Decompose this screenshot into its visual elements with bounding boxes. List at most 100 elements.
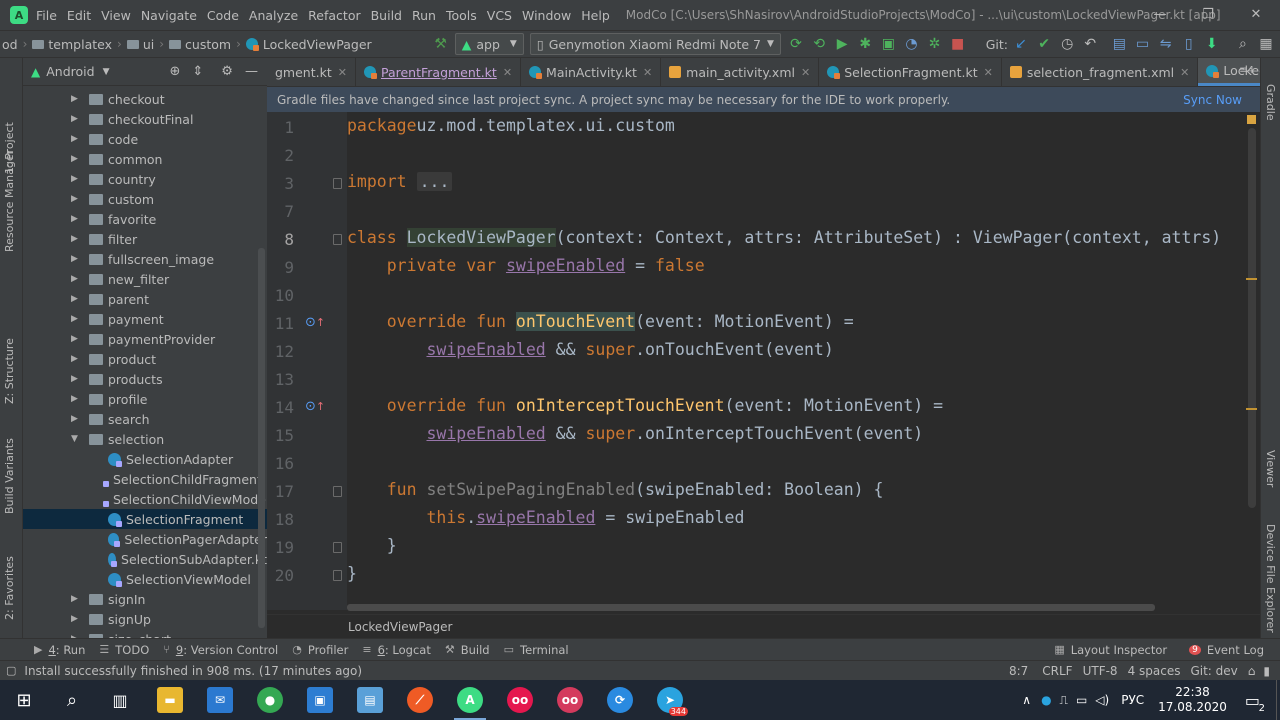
tree-item[interactable]: ▶ checkout [23, 89, 267, 109]
tree-item[interactable]: ▶size_chart [23, 629, 267, 638]
menu-window[interactable]: Window [522, 8, 571, 23]
override-icon[interactable]: ⊙↑ [305, 399, 325, 414]
line-number[interactable]: 13 [267, 370, 294, 389]
indent-setting[interactable]: 4 spaces [1128, 664, 1181, 678]
close-tab-icon[interactable]: ✕ [643, 66, 652, 79]
line-number[interactable]: 11 [267, 314, 294, 333]
attach-debugger-icon[interactable]: ✲ [926, 34, 944, 54]
chevron-right-icon[interactable]: ▶ [71, 314, 81, 324]
search-icon[interactable]: ⌕ [1234, 34, 1252, 54]
sync-gradle-icon[interactable]: ⇋ [1157, 34, 1175, 54]
coverage-icon[interactable]: ▣ [879, 34, 897, 54]
line-number[interactable]: 10 [267, 286, 294, 305]
device-manager-icon[interactable]: ▯ [1180, 34, 1198, 54]
sync-now-link[interactable]: Sync Now [1183, 93, 1242, 107]
tree-item[interactable]: ▶ signIn [23, 589, 267, 609]
horizontal-scrollbar[interactable] [347, 604, 1155, 611]
hide-panel-icon[interactable]: — [245, 64, 258, 79]
app-window-icon[interactable]: ▣ [296, 680, 344, 720]
line-number[interactable]: 17 [267, 482, 294, 501]
code-line[interactable]: } [347, 564, 357, 592]
tab-gment-kt[interactable]: gment.kt ✕ [267, 58, 356, 86]
menu-tools[interactable]: Tools [446, 8, 477, 23]
device-file-explorer-tool-button[interactable]: Device File Explorer [1264, 524, 1277, 633]
line-number[interactable]: 1 [267, 118, 294, 137]
chevron-right-icon[interactable]: ▶ [71, 274, 81, 284]
chevron-right-icon[interactable]: ▶ [71, 394, 81, 404]
build-variants-tool-button[interactable]: Build Variants [3, 438, 16, 514]
line-number[interactable]: 18 [267, 510, 294, 529]
memory-indicator-icon[interactable]: ▮ [1263, 664, 1270, 678]
git-branch[interactable]: Git: dev [1190, 664, 1237, 678]
gradle-tool-button[interactable]: Gradle [1264, 84, 1277, 121]
menu-analyze[interactable]: Analyze [249, 8, 298, 23]
close-tab-icon[interactable]: ✕ [801, 66, 810, 79]
tree-item[interactable]: SelectionChildViewModel [23, 489, 267, 509]
tree-item[interactable]: ▶ favorite [23, 209, 267, 229]
fold-marker-icon[interactable] [333, 178, 342, 189]
menu-help[interactable]: Help [581, 8, 610, 23]
chevron-right-icon[interactable]: ▶ [71, 234, 81, 244]
tree-item[interactable]: ▼ selection [23, 429, 267, 449]
tree-item[interactable]: ▶ search [23, 409, 267, 429]
tree-item[interactable]: ▶ profile [23, 389, 267, 409]
toolwindow-logcat[interactable]: ≡ 6: Logcat [362, 643, 431, 657]
fold-marker-icon[interactable] [333, 486, 342, 497]
code-line[interactable]: } [347, 536, 397, 564]
tree-item[interactable]: ▶ country [23, 169, 267, 189]
tree-item[interactable]: SelectionPagerAdapter [23, 529, 267, 549]
status-toggle-icon[interactable]: ▢ [6, 664, 16, 677]
tree-item[interactable]: SelectionChildFragment.kt [23, 469, 267, 489]
clock[interactable]: 22:38 17.08.2020 [1158, 685, 1227, 715]
tree-item[interactable]: ▶ new_filter [23, 269, 267, 289]
line-separator[interactable]: CRLF [1042, 664, 1072, 678]
structure-tool-button[interactable]: Z: Structure [3, 338, 16, 404]
code-line[interactable]: this.swipeEnabled = swipeEnabled [347, 508, 744, 536]
code-line[interactable]: swipeEnabled && super.onInterceptTouchEv… [347, 424, 923, 452]
line-number[interactable]: 16 [267, 454, 294, 473]
menu-view[interactable]: View [101, 8, 131, 23]
code-line[interactable]: import... [347, 172, 453, 200]
show-desktop-button[interactable] [1276, 680, 1280, 720]
chevron-right-icon[interactable]: ▶ [71, 94, 81, 104]
toolwindow-version-control[interactable]: ⑂ 9: Version Control [163, 643, 278, 657]
tree-item[interactable]: ▶ paymentProvider [23, 329, 267, 349]
history-icon[interactable]: ◷ [1058, 34, 1076, 54]
locate-icon[interactable]: ⊕ [169, 64, 180, 79]
task-view-icon[interactable]: ▥ [96, 680, 144, 720]
tree-item[interactable]: SelectionSubAdapter.kt [23, 549, 267, 569]
warning-stripe[interactable] [1246, 278, 1257, 280]
line-number[interactable]: 12 [267, 342, 294, 361]
tree-item[interactable]: ▶ product [23, 349, 267, 369]
code-editor[interactable]: packageuz.mod.templatex.ui.custom import.… [347, 112, 1245, 610]
network-icon[interactable]: ⎍ [1060, 693, 1068, 708]
tree-item[interactable]: ▶ checkoutFinal [23, 109, 267, 129]
project-scrollbar[interactable] [258, 248, 265, 628]
tab-selectionfragment-kt[interactable]: SelectionFragment.kt ✕ [819, 58, 1002, 86]
tab-mainactivity-kt[interactable]: MainActivity.kt ✕ [521, 58, 662, 86]
run-config-select[interactable]: ▲ app ▼ [454, 33, 524, 55]
mail-icon[interactable]: ✉ [196, 680, 244, 720]
line-number[interactable]: 2 [267, 146, 294, 165]
tray-app-icon[interactable]: ● [1041, 693, 1051, 707]
code-line[interactable]: private var swipeEnabled = false [347, 256, 705, 284]
git-update-icon[interactable]: ↙ [1012, 34, 1030, 54]
notepad-icon[interactable]: ▤ [346, 680, 394, 720]
collapse-all-icon[interactable]: ⇕ [192, 64, 203, 79]
toolwindow-profiler[interactable]: ◔ Profiler [292, 643, 348, 657]
code-line[interactable]: packageuz.mod.templatex.ui.custom [347, 116, 675, 144]
toolwindow-todo[interactable]: ☰ TODO [99, 643, 149, 657]
hammer-icon[interactable]: ⚒ [432, 34, 450, 54]
sdk-manager-icon[interactable]: ▭ [1133, 34, 1151, 54]
chevron-right-icon[interactable]: ▶ [71, 214, 81, 224]
fold-marker-icon[interactable] [333, 234, 342, 245]
tree-item[interactable]: SelectionFragment [23, 509, 267, 529]
windows-start-icon[interactable]: ⊞ [0, 680, 48, 720]
notification-center-icon[interactable]: ▭ 2 [1245, 691, 1267, 714]
maximize-button[interactable]: ❐ [1184, 0, 1232, 30]
editor-scrollbar[interactable] [1248, 128, 1256, 508]
minimize-button[interactable]: — [1136, 0, 1184, 30]
close-tab-icon[interactable]: ✕ [1180, 66, 1189, 79]
breadcrumb-item[interactable]: custom [185, 37, 231, 52]
tree-item[interactable]: ▶ code [23, 129, 267, 149]
